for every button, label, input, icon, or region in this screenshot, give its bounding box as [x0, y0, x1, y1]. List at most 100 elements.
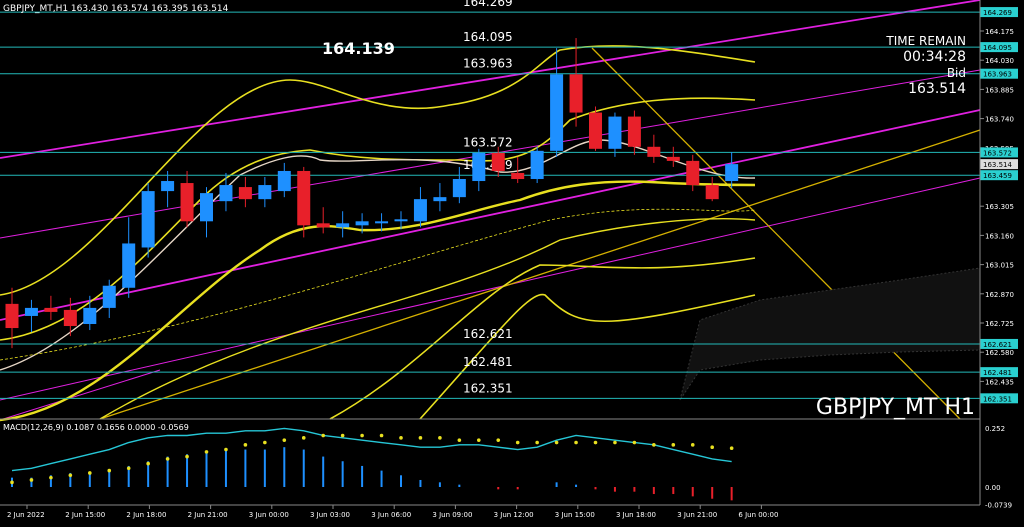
candle-bullish[interactable]: [413, 199, 427, 222]
macd-signal-dot: [729, 446, 734, 451]
chart-window[interactable]: 164.175164.030163.885163.740163.595163.4…: [0, 0, 1024, 523]
time-tick-label: 3 Jun 09:00: [432, 511, 472, 519]
time-tick-label: 3 Jun 00:00: [249, 511, 289, 519]
price-tick-label: 162.435: [985, 378, 1014, 386]
price-tick-label: 164.175: [985, 28, 1014, 36]
candle-bullish[interactable]: [530, 150, 544, 180]
bid-label: Bid: [947, 66, 966, 80]
candle-bearish[interactable]: [44, 307, 58, 312]
candle-bearish[interactable]: [686, 160, 700, 186]
symbol-label: GBPJPY_MT H1: [816, 395, 975, 420]
candle-bullish[interactable]: [608, 116, 622, 149]
macd-signal-dot: [593, 440, 598, 445]
price-level-label: 162.351: [463, 381, 513, 395]
candle-bearish[interactable]: [316, 223, 330, 228]
time-tick-label: 3 Jun 15:00: [555, 511, 595, 519]
candle-bullish[interactable]: [200, 193, 213, 222]
candle-bearish[interactable]: [491, 152, 505, 171]
candle-bearish[interactable]: [666, 156, 680, 161]
macd-tick-label: -0.0739: [985, 501, 1012, 509]
macd-signal-dot: [321, 433, 326, 438]
time-tick-label: 3 Jun 21:00: [677, 511, 717, 519]
price-level-label: 163.572: [463, 135, 513, 149]
candle-bullish[interactable]: [24, 307, 38, 316]
candle-bullish[interactable]: [161, 181, 175, 192]
candle-bullish[interactable]: [102, 285, 116, 308]
candle-bullish[interactable]: [122, 243, 136, 288]
chart-header: GBPJPY_MT,H1 163.430 163.574 163.395 163…: [3, 4, 229, 14]
price-level-label: 162.481: [463, 355, 513, 369]
candle-bullish[interactable]: [355, 221, 369, 226]
price-level-tag-text: 163.963: [983, 71, 1012, 79]
time-tick-label: 3 Jun 12:00: [494, 511, 534, 519]
macd-signal-dot: [146, 461, 150, 466]
macd-signal-dot: [438, 436, 442, 440]
macd-signal-dot: [165, 457, 170, 461]
candle-bearish[interactable]: [647, 146, 661, 157]
macd-signal-dot: [632, 440, 637, 445]
macd-signal-dot: [204, 450, 209, 454]
macd-signal-dot: [29, 478, 34, 482]
price-level-tag-text: 162.351: [983, 395, 1012, 403]
macd-signal-dot: [126, 466, 131, 471]
time-tick-label: 2 Jun 21:00: [188, 511, 228, 519]
price-tick-label: 162.580: [985, 349, 1014, 357]
candle-bearish[interactable]: [5, 303, 19, 329]
candle-bullish[interactable]: [141, 191, 155, 248]
price-tick-label: 163.160: [985, 232, 1014, 240]
time-tick-label: 2 Jun 15:00: [65, 511, 105, 519]
candle-bullish[interactable]: [83, 307, 97, 325]
macd-signal-dot: [88, 471, 92, 475]
macd-signal-dot: [340, 433, 345, 438]
macd-signal-dot: [652, 443, 656, 447]
macd-signal-dot: [690, 443, 695, 447]
candle-bearish[interactable]: [238, 187, 252, 200]
macd-signal-dot: [671, 443, 676, 447]
candle-bullish[interactable]: [394, 219, 408, 222]
macd-signal-dot: [185, 454, 189, 459]
time-tick-label: 3 Jun 18:00: [616, 511, 656, 519]
macd-signal-dot: [457, 438, 462, 442]
macd-signal-dot: [68, 473, 73, 478]
macd-signal-dot: [263, 440, 267, 445]
candle-bullish[interactable]: [433, 197, 447, 202]
candle-bullish[interactable]: [277, 170, 291, 192]
macd-signal-dot: [282, 438, 287, 442]
candle-bullish[interactable]: [219, 185, 233, 202]
candle-bullish[interactable]: [258, 185, 272, 200]
macd-signal-dot: [554, 440, 559, 445]
candle-bullish[interactable]: [375, 221, 389, 224]
candle-bearish[interactable]: [569, 74, 583, 113]
price-level-tag-text: 162.621: [983, 341, 1012, 349]
price-tick-label: 163.740: [985, 116, 1014, 124]
price-tick-label: 163.885: [985, 86, 1014, 94]
time-remain-label: TIME REMAIN: [885, 34, 966, 48]
macd-signal-dot: [243, 443, 248, 447]
candle-bullish[interactable]: [336, 223, 350, 228]
macd-tick-label: 0.252: [985, 425, 1005, 433]
candle-bullish[interactable]: [725, 164, 739, 182]
price-tick-label: 162.870: [985, 291, 1014, 299]
candle-bearish[interactable]: [705, 185, 719, 200]
candle-bearish[interactable]: [589, 112, 602, 149]
price-tick-label: 164.030: [985, 57, 1014, 65]
candle-bullish[interactable]: [472, 152, 486, 182]
macd-signal-dot: [710, 445, 714, 449]
macd-signal-dot: [49, 475, 53, 480]
candle-bearish[interactable]: [63, 309, 77, 327]
candle-bullish[interactable]: [452, 179, 466, 198]
time-tick-label: 6 Jun 00:00: [738, 511, 778, 519]
candle-bearish[interactable]: [511, 172, 525, 180]
candle-bearish[interactable]: [297, 170, 311, 226]
candle-bearish[interactable]: [180, 183, 194, 222]
macd-signal-dot: [477, 438, 481, 442]
candle-bullish[interactable]: [550, 74, 564, 151]
price-tick-label: 163.305: [985, 203, 1014, 211]
candle-bearish[interactable]: [627, 116, 641, 147]
bid-value: 163.514: [908, 81, 966, 97]
macd-signal-dot: [399, 436, 403, 440]
price-level-label: 164.095: [463, 30, 513, 44]
price-level-label: 162.621: [463, 327, 513, 341]
chart-canvas[interactable]: 164.175164.030163.885163.740163.595163.4…: [0, 0, 1024, 523]
price-level-tag-text: 162.481: [983, 369, 1012, 377]
